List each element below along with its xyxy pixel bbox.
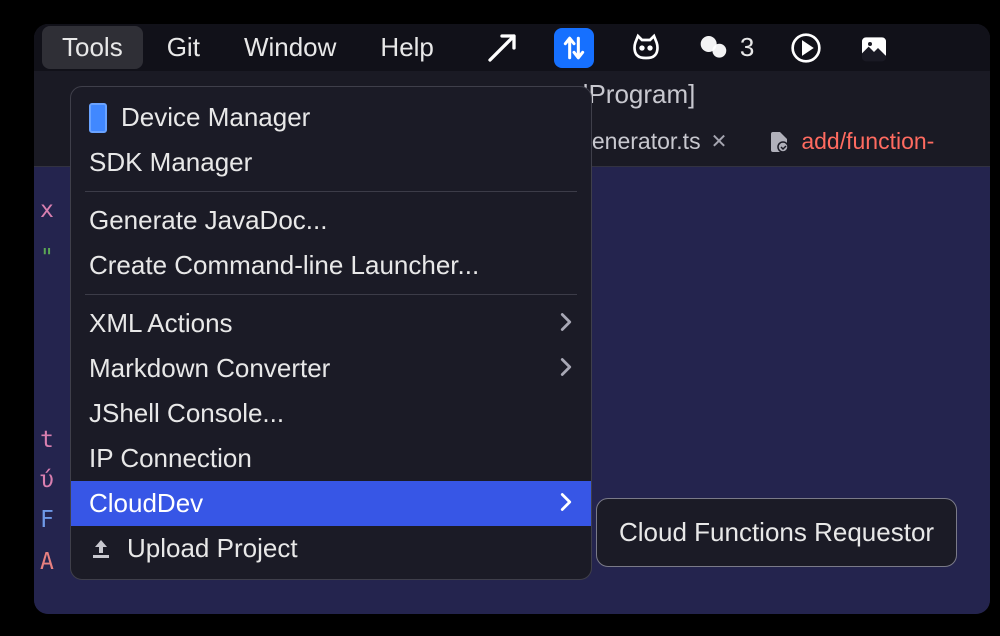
- code-char: x: [40, 197, 54, 223]
- menu-item-label: Generate JavaDoc...: [89, 205, 327, 236]
- code-char: ": [40, 245, 54, 271]
- tab-label: Generator.ts: [574, 128, 701, 155]
- menu-separator: [85, 191, 577, 192]
- submenu-item-label: Cloud Functions Requestor: [619, 517, 934, 548]
- device-icon: [89, 103, 107, 133]
- clouddev-submenu: Cloud Functions Requestor: [596, 498, 957, 567]
- menu-item-label: Upload Project: [127, 533, 298, 564]
- play-icon[interactable]: [790, 32, 822, 64]
- chevron-right-icon: [559, 353, 573, 384]
- wechat-status[interactable]: 3: [698, 32, 754, 64]
- chevron-right-icon: [559, 488, 573, 519]
- editor-tab[interactable]: add/function-: [767, 128, 934, 155]
- menu-clouddev[interactable]: CloudDev: [71, 481, 591, 526]
- menubar: Tools Git Window Help 3: [34, 24, 990, 71]
- arrow-icon[interactable]: [486, 32, 518, 64]
- file-icon: [767, 130, 791, 154]
- code-char: ύ: [40, 467, 54, 493]
- cat-icon[interactable]: [630, 32, 662, 64]
- menu-device-manager[interactable]: Device Manager: [71, 95, 591, 140]
- menu-generate-javadoc[interactable]: Generate JavaDoc...: [71, 198, 591, 243]
- menu-markdown-converter[interactable]: Markdown Converter: [71, 346, 591, 391]
- menu-item-label: CloudDev: [89, 488, 203, 519]
- menu-help[interactable]: Help: [360, 26, 453, 69]
- menu-xml-actions[interactable]: XML Actions: [71, 301, 591, 346]
- menu-item-label: Create Command-line Launcher...: [89, 250, 479, 281]
- tab-label: add/function-: [801, 128, 934, 155]
- breadcrumb-text: dProgram]: [574, 79, 695, 110]
- menu-upload-project[interactable]: Upload Project: [71, 526, 591, 571]
- menu-item-label: SDK Manager: [89, 147, 252, 178]
- ide-window: Tools Git Window Help 3: [34, 24, 990, 614]
- editor-tab[interactable]: Generator.ts ✕: [574, 128, 727, 155]
- image-icon[interactable]: [858, 32, 890, 64]
- code-char: F: [40, 507, 54, 533]
- menu-item-label: Device Manager: [121, 102, 310, 133]
- menu-git[interactable]: Git: [147, 26, 220, 69]
- menu-item-label: IP Connection: [89, 443, 252, 474]
- menu-sdk-manager[interactable]: SDK Manager: [71, 140, 591, 185]
- menu-ip-connection[interactable]: IP Connection: [71, 436, 591, 481]
- close-icon[interactable]: ✕: [711, 129, 728, 154]
- code-char: t: [40, 427, 54, 453]
- tools-dropdown: Device Manager SDK Manager Generate Java…: [70, 86, 592, 580]
- menu-cloud-functions-requestor[interactable]: Cloud Functions Requestor: [597, 507, 956, 558]
- menu-separator: [85, 294, 577, 295]
- menu-window[interactable]: Window: [224, 26, 356, 69]
- chevron-right-icon: [559, 308, 573, 339]
- code-char: A: [40, 549, 54, 575]
- menu-item-label: Markdown Converter: [89, 353, 330, 384]
- menu-create-launcher[interactable]: Create Command-line Launcher...: [71, 243, 591, 288]
- menu-item-label: JShell Console...: [89, 398, 284, 429]
- menu-jshell-console[interactable]: JShell Console...: [71, 391, 591, 436]
- sync-icon[interactable]: [554, 28, 594, 68]
- upload-icon: [89, 537, 113, 561]
- menu-tools[interactable]: Tools: [42, 26, 143, 69]
- menubar-status-icons: 3: [486, 28, 890, 68]
- status-count: 3: [740, 32, 754, 63]
- menu-item-label: XML Actions: [89, 308, 233, 339]
